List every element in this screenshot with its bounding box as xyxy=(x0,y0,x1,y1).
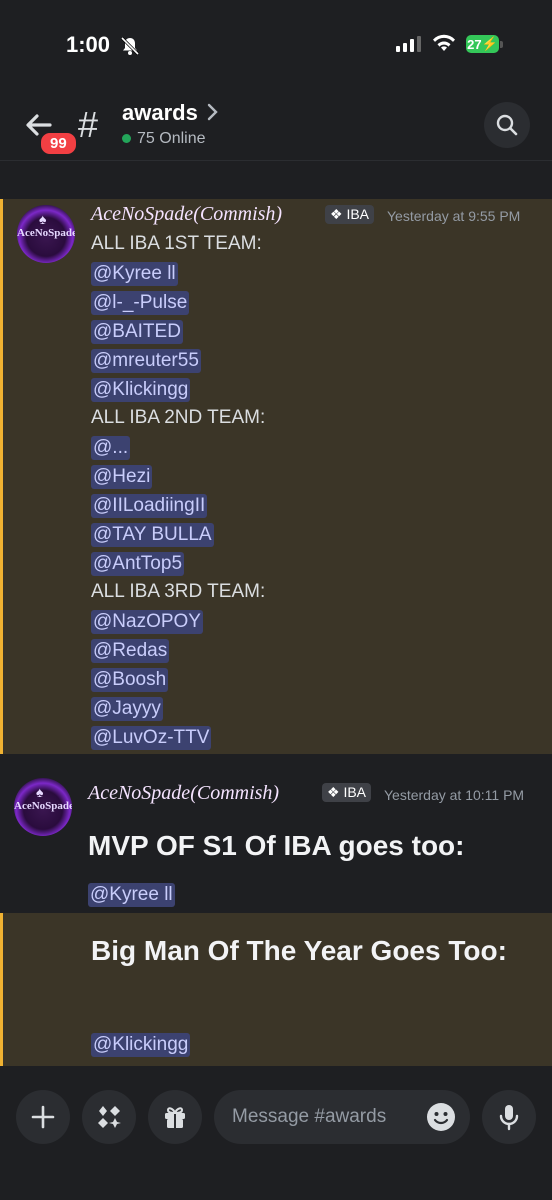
user-mention[interactable]: @Jayyy xyxy=(91,697,163,721)
channel-header: 99 # awards 75 Online xyxy=(0,90,552,161)
gift-button[interactable] xyxy=(148,1090,202,1144)
tag-diamond-icon: ❖ xyxy=(330,206,347,222)
chevron-right-icon[interactable] xyxy=(206,102,220,127)
server-tag-text: IBA xyxy=(343,784,367,800)
charging-bolt-icon: ⚡ xyxy=(481,36,498,51)
user-mention[interactable]: @NazOPOY xyxy=(91,610,203,634)
microphone-icon xyxy=(499,1105,519,1131)
user-mention[interactable]: @AntTop5 xyxy=(91,552,185,576)
message-author[interactable]: AceNoSpade(Commish) xyxy=(88,782,279,805)
cellular-signal-icon xyxy=(396,36,422,57)
channel-name[interactable]: awards xyxy=(122,100,198,126)
avatar[interactable]: ♠ AceNoSpade xyxy=(17,205,75,263)
message-heading: MVP OF S1 Of IBA goes too: xyxy=(88,830,465,861)
message-3[interactable]: Big Man Of The Year Goes Too: @Klickingg xyxy=(0,913,552,1066)
message-author[interactable]: AceNoSpade(Commish) xyxy=(91,203,282,226)
tag-diamond-icon: ❖ xyxy=(327,784,344,800)
user-mention[interactable]: @IILoadiingII xyxy=(91,494,208,518)
message-heading: Big Man Of The Year Goes Too: xyxy=(91,935,507,966)
spade-icon: ♠ xyxy=(36,784,44,800)
gift-icon xyxy=(165,1107,185,1128)
message-timestamp: Yesterday at 9:55 PM xyxy=(387,208,521,224)
battery-indicator: 27 ⚡ xyxy=(466,35,499,53)
message-composer: Message #awards xyxy=(0,1072,552,1200)
user-mention[interactable]: @Hezi xyxy=(91,465,153,489)
apps-button[interactable] xyxy=(82,1090,136,1144)
unread-badge: 99 xyxy=(38,130,79,157)
server-tag[interactable]: ❖ IBA xyxy=(325,205,375,224)
wifi-icon xyxy=(432,34,456,57)
server-tag[interactable]: ❖ IBA xyxy=(322,783,372,802)
user-mention[interactable]: @... xyxy=(91,436,131,460)
plus-icon xyxy=(31,1105,55,1129)
user-mention[interactable]: @TAY BULLA xyxy=(91,523,214,547)
avatar[interactable]: ♠ AceNoSpade xyxy=(14,778,72,836)
apps-icon xyxy=(98,1106,121,1128)
message-input[interactable]: Message #awards xyxy=(214,1090,470,1144)
message-text-line: ALL IBA 2ND TEAM: xyxy=(91,407,266,428)
emoji-button[interactable] xyxy=(426,1102,456,1137)
status-time: 1:00 xyxy=(66,32,111,57)
avatar-logo: AceNoSpade xyxy=(17,227,75,239)
status-bar: 1:00 27 ⚡ xyxy=(0,0,552,90)
user-mention[interactable]: @mreuter55 xyxy=(91,349,201,373)
user-mention[interactable]: @BAITED xyxy=(91,320,183,344)
search-icon xyxy=(496,114,518,136)
online-dot xyxy=(122,134,131,143)
avatar-logo: AceNoSpade xyxy=(14,800,72,812)
message-text-line: ALL IBA 1ST TEAM: xyxy=(91,233,262,254)
user-mention[interactable]: @l-_-Pulse xyxy=(91,291,190,315)
battery-level: 27 xyxy=(467,36,482,52)
emoji-icon xyxy=(427,1103,455,1131)
user-mention[interactable]: @Kyree ll xyxy=(91,262,178,286)
message-text-line: ALL IBA 3RD TEAM: xyxy=(91,581,266,602)
user-mention[interactable]: @Boosh xyxy=(91,668,169,692)
user-mention[interactable]: @Klickingg xyxy=(91,1033,191,1057)
user-mention[interactable]: @LuvOz-TTV xyxy=(91,726,212,750)
message-input-placeholder: Message #awards xyxy=(232,1106,387,1127)
spade-icon: ♠ xyxy=(39,211,47,227)
bell-muted-icon xyxy=(120,36,140,61)
user-mention[interactable]: @Klickingg xyxy=(91,378,191,402)
channel-hash-icon: # xyxy=(78,104,99,145)
online-count-text: 75 Online xyxy=(137,130,206,147)
user-mention[interactable]: @Kyree ll xyxy=(88,883,175,907)
add-attachment-button[interactable] xyxy=(16,1090,70,1144)
user-mention[interactable]: @Redas xyxy=(91,639,170,663)
server-tag-text: IBA xyxy=(346,206,370,222)
search-button[interactable] xyxy=(484,102,530,148)
battery-cap xyxy=(500,41,503,48)
message-1[interactable]: ♠ AceNoSpade AceNoSpade(Commish) ❖ IBA Y… xyxy=(0,199,552,754)
message-timestamp: Yesterday at 10:11 PM xyxy=(384,787,525,803)
voice-message-button[interactable] xyxy=(482,1090,536,1144)
online-count: 75 Online xyxy=(122,130,206,148)
message-2[interactable]: ♠ AceNoSpade AceNoSpade(Commish) ❖ IBA Y… xyxy=(0,770,552,910)
